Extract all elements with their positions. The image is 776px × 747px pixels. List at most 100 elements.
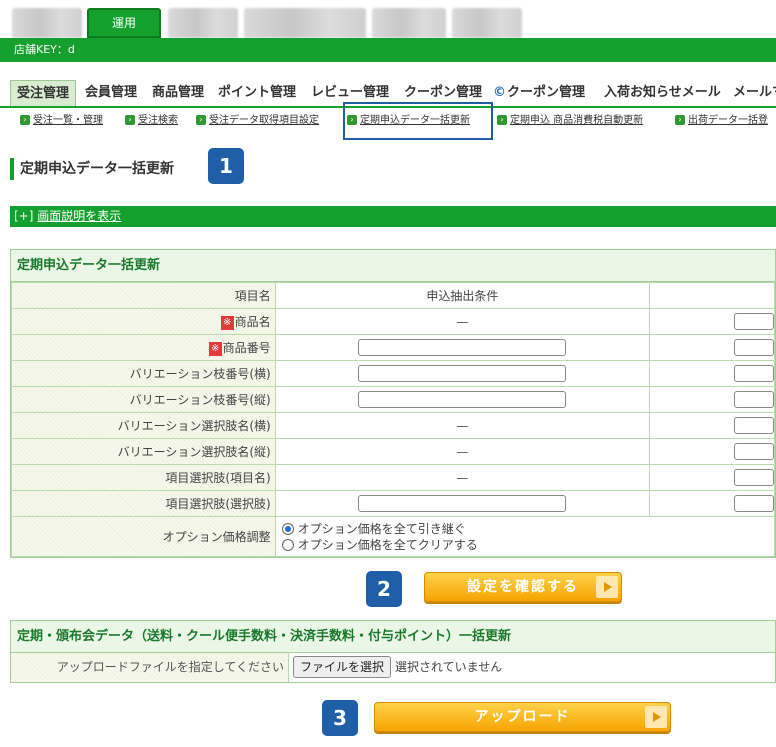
spacer: [0, 62, 776, 76]
shop-key-bar: 店舗KEY：d: [0, 38, 776, 78]
menu-point-management[interactable]: ポイント管理: [218, 80, 296, 106]
menu-mail-magazine[interactable]: メールマ: [733, 80, 776, 106]
header-update-value: [649, 282, 775, 309]
value-cell: [649, 308, 775, 335]
shop-key-label: 店舗KEY：d: [14, 43, 75, 56]
step-badge-1: 1: [208, 148, 244, 184]
radio-button[interactable]: [281, 523, 294, 535]
variation-v-condition-input[interactable]: [358, 391, 567, 408]
condition-cell: [274, 386, 651, 413]
table-row: ※ 商品名 —: [11, 308, 775, 335]
condition-cell: —: [274, 308, 651, 335]
condition-cell: —: [274, 412, 651, 439]
row-label: バリエーション枝番号(横): [11, 360, 276, 387]
table-row: バリエーション枝番号(縦): [11, 386, 775, 413]
row-label: 項目選択肢(項目名): [11, 464, 276, 491]
header-item-name: 項目名: [11, 282, 276, 309]
item-choice-value-input[interactable]: [734, 495, 774, 512]
row-label: バリエーション選択肢名(縦): [11, 438, 276, 465]
table-row: オプション価格調整 オプション価格を全て引き継ぐ オプション価格を全てクリアする: [11, 516, 776, 557]
table-row: バリエーション選択肢名(縦) —: [11, 438, 775, 465]
row-label-text: 商品番号: [222, 341, 271, 355]
upload-button[interactable]: アップロード: [374, 702, 671, 732]
tab-blurred[interactable]: [12, 8, 82, 38]
submenu-label: 受注一覧・管理: [33, 115, 103, 126]
dash: —: [456, 314, 469, 329]
radio-label: オプション価格を全て引き継ぐ: [297, 521, 466, 536]
value-cell: [649, 386, 775, 413]
submenu-order-list[interactable]: › 受注一覧・管理: [20, 112, 103, 130]
variation-h-condition-input[interactable]: [358, 365, 567, 382]
expand-marker: [+]: [14, 209, 34, 223]
step-badge-2: 2: [366, 571, 402, 607]
submenu-order-search[interactable]: › 受注検索: [125, 112, 178, 130]
top-tab-bar: 運用: [0, 0, 776, 38]
arrow-icon: ›: [675, 115, 685, 125]
row-label: 項目選択肢(選択肢): [11, 490, 276, 517]
bulk-update-panel: 定期申込データ一括更新 項目名 申込抽出条件 ※ 商品名 — ※ 商品番号 バリエー…: [10, 249, 776, 558]
upload-button-label: アップロード: [474, 709, 571, 725]
product-number-value-input[interactable]: [734, 339, 774, 356]
menu-c-coupon-label: クーポン管理: [507, 85, 586, 100]
arrow-icon: ›: [20, 115, 30, 125]
row-label: バリエーション枝番号(縦): [11, 386, 276, 413]
submenu-shipping-bulk[interactable]: › 出荷データ一括登: [675, 112, 768, 130]
menu-product-management[interactable]: 商品管理: [152, 80, 204, 106]
arrow-right-icon: [645, 706, 667, 728]
arrow-icon: ›: [497, 115, 507, 125]
option-price-label: オプション価格調整: [11, 516, 276, 557]
tab-blurred[interactable]: [244, 8, 366, 38]
menu-restock-mail[interactable]: 入荷お知らせメール: [604, 80, 721, 106]
submenu-label: 出荷データ一括登: [688, 115, 768, 126]
choose-file-button[interactable]: ファイルを選択: [293, 656, 392, 678]
product-number-condition-input[interactable]: [358, 339, 567, 356]
radio-clear-all[interactable]: オプション価格を全てクリアする: [281, 537, 774, 553]
table-row: 項目選択肢(項目名) —: [11, 464, 775, 491]
confirm-button-label: 設定を確認する: [467, 579, 579, 595]
radio-button[interactable]: [281, 539, 294, 551]
step-badge-3: 3: [322, 700, 358, 736]
highlight-box: [343, 102, 493, 140]
tab-blurred[interactable]: [452, 8, 522, 38]
confirm-settings-button[interactable]: 設定を確認する: [424, 572, 622, 602]
table-row: バリエーション選択肢名(横) —: [11, 412, 775, 439]
item-choice-name-value-input[interactable]: [734, 469, 774, 486]
tab-operation[interactable]: 運用: [87, 8, 161, 38]
show-description-bar[interactable]: [+] 画面説明を表示: [10, 206, 776, 227]
file-status: 選択されていません: [395, 660, 503, 674]
radio-label: オプション価格を全てクリアする: [297, 537, 478, 552]
variation-choice-v-value-input[interactable]: [734, 443, 774, 460]
item-choice-condition-input[interactable]: [358, 495, 567, 512]
variation-h-value-input[interactable]: [734, 365, 774, 382]
submenu-subscription-tax-update[interactable]: › 定期申込 商品消費税自動更新: [497, 112, 643, 130]
menu-order-management[interactable]: 受注管理: [10, 80, 77, 106]
value-cell: [649, 464, 775, 491]
submenu-label: 受注データ取得項目設定: [209, 115, 319, 126]
variation-v-value-input[interactable]: [734, 391, 774, 408]
submenu-order-data-settings[interactable]: › 受注データ取得項目設定: [196, 112, 319, 130]
value-cell: [649, 490, 775, 517]
variation-choice-h-value-input[interactable]: [734, 417, 774, 434]
tab-blurred[interactable]: [372, 8, 446, 38]
row-label: ※ 商品番号: [11, 334, 276, 361]
page-title: 定期申込データ一括更新: [10, 158, 174, 180]
arrow-icon: ›: [125, 115, 135, 125]
value-cell: [649, 360, 775, 387]
submenu-label: 受注検索: [138, 115, 178, 126]
menu-member-management[interactable]: 会員管理: [85, 80, 137, 106]
condition-cell: —: [274, 464, 651, 491]
show-description-link[interactable]: 画面説明を表示: [37, 209, 121, 223]
radio-keep-all[interactable]: オプション価格を全て引き継ぐ: [281, 521, 774, 537]
bulk-update-title: 定期申込データ一括更新: [11, 250, 775, 282]
row-label: バリエーション選択肢名(横): [11, 412, 276, 439]
table-row: バリエーション枝番号(横): [11, 360, 775, 387]
table-row: 項目選択肢(選択肢): [11, 490, 775, 517]
menu-c-coupon-management[interactable]: ©クーポン管理: [493, 80, 585, 106]
upload-file-label: アップロードファイルを指定してください: [11, 653, 289, 682]
tab-blurred[interactable]: [168, 8, 238, 38]
table-row: ※ 商品番号: [11, 334, 775, 361]
header-condition: 申込抽出条件: [274, 282, 651, 309]
product-name-value-input[interactable]: [734, 313, 774, 330]
condition-cell: [274, 334, 651, 361]
table-header-row: 項目名 申込抽出条件: [11, 282, 775, 309]
